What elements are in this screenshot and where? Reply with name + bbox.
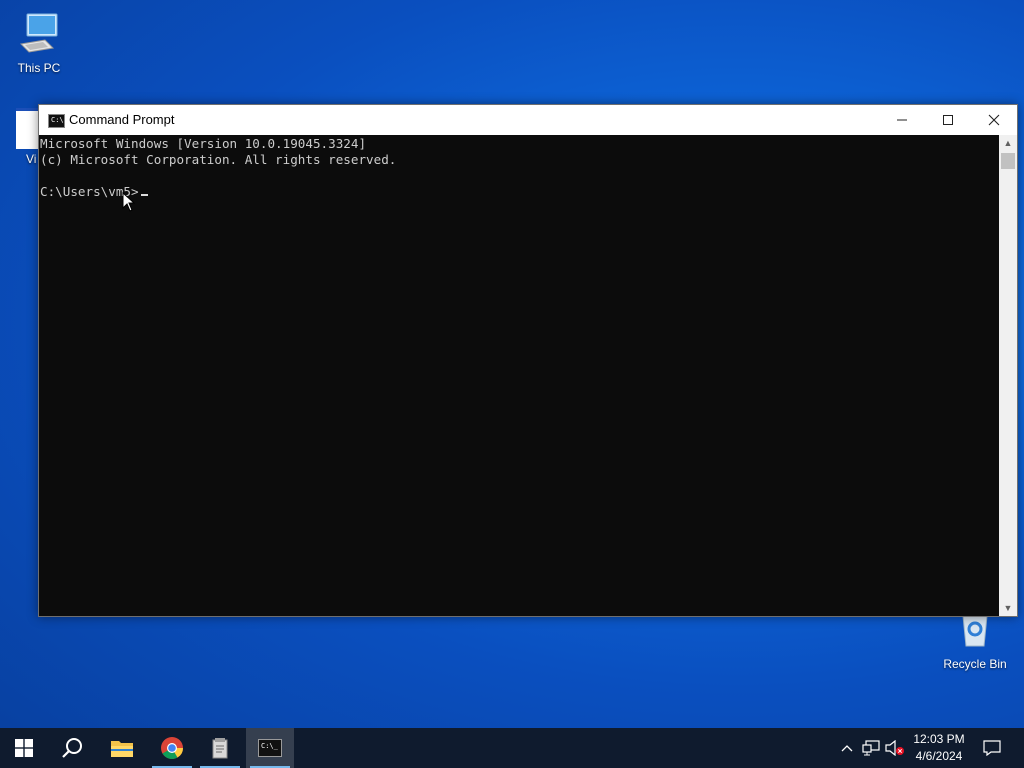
window-title: Command Prompt: [69, 112, 175, 127]
chrome-icon: [161, 737, 183, 759]
chevron-up-icon: ▲: [1003, 138, 1013, 148]
recycle-bin-icon: [937, 614, 1013, 651]
search-icon: [62, 738, 82, 758]
taskbar: C:\_ 12:03 PM 4/6/2024: [0, 728, 1024, 768]
start-button[interactable]: [0, 728, 48, 768]
scroll-down-button[interactable]: ▼: [999, 600, 1017, 616]
minimize-button[interactable]: [879, 105, 925, 135]
volume-button[interactable]: [884, 728, 906, 768]
console-line: (c) Microsoft Corporation. All rights re…: [40, 152, 397, 167]
console-line: Microsoft Windows [Version 10.0.19045.33…: [40, 136, 367, 151]
app-shortcut-icon: [16, 108, 40, 149]
scroll-thumb[interactable]: [1001, 153, 1015, 169]
show-hidden-icons-button[interactable]: [838, 728, 856, 768]
scroll-up-button[interactable]: ▲: [999, 135, 1017, 151]
volume-muted-icon: [885, 740, 904, 756]
clock-time: 12:03 PM: [913, 732, 965, 746]
app-button[interactable]: [196, 728, 244, 768]
vertical-scrollbar[interactable]: ▲ ▼: [999, 135, 1017, 616]
mouse-pointer-icon: [122, 191, 136, 217]
clock-date: 4/6/2024: [915, 749, 963, 763]
desktop-icon-label: Vi: [26, 152, 37, 166]
desktop-icon-label: This PC: [17, 61, 61, 75]
cmd-icon: C:\: [48, 114, 65, 128]
close-button[interactable]: [971, 105, 1017, 135]
windows-logo-icon: [15, 739, 33, 757]
search-button[interactable]: [48, 728, 96, 768]
folder-icon: [111, 741, 133, 757]
network-button[interactable]: [860, 728, 882, 768]
chrome-button[interactable]: [148, 728, 196, 768]
this-pc-icon: [1, 10, 77, 57]
notification-center-button[interactable]: [978, 728, 1006, 768]
command-prompt-window[interactable]: C:\ Command Prompt Microsoft Windows [Ve…: [38, 104, 1018, 617]
app-icon: [212, 738, 228, 759]
cmd-icon: C:\_: [258, 739, 282, 757]
window-titlebar[interactable]: C:\ Command Prompt: [39, 105, 1017, 135]
desktop-icon-recycle-bin[interactable]: Recycle Bin: [937, 614, 1013, 671]
chevron-up-icon: [841, 745, 853, 752]
network-icon: [862, 740, 880, 756]
desktop-icon-this-pc[interactable]: This PC: [1, 10, 77, 75]
desktop-icon-app-shortcut[interactable]: Vi: [0, 108, 40, 166]
close-icon: [988, 114, 1000, 126]
notification-icon: [983, 740, 1001, 756]
console-output[interactable]: Microsoft Windows [Version 10.0.19045.33…: [39, 135, 999, 616]
text-cursor: [140, 194, 148, 196]
chevron-down-icon: ▼: [1003, 603, 1013, 613]
file-explorer-button[interactable]: [98, 728, 146, 768]
maximize-icon: [943, 115, 953, 125]
minimize-icon: [897, 119, 907, 121]
maximize-button[interactable]: [925, 105, 971, 135]
clock[interactable]: 12:03 PM 4/6/2024: [905, 731, 973, 765]
desktop-icon-label: Recycle Bin: [943, 657, 1007, 671]
command-prompt-taskbar-button[interactable]: C:\_: [246, 728, 294, 768]
